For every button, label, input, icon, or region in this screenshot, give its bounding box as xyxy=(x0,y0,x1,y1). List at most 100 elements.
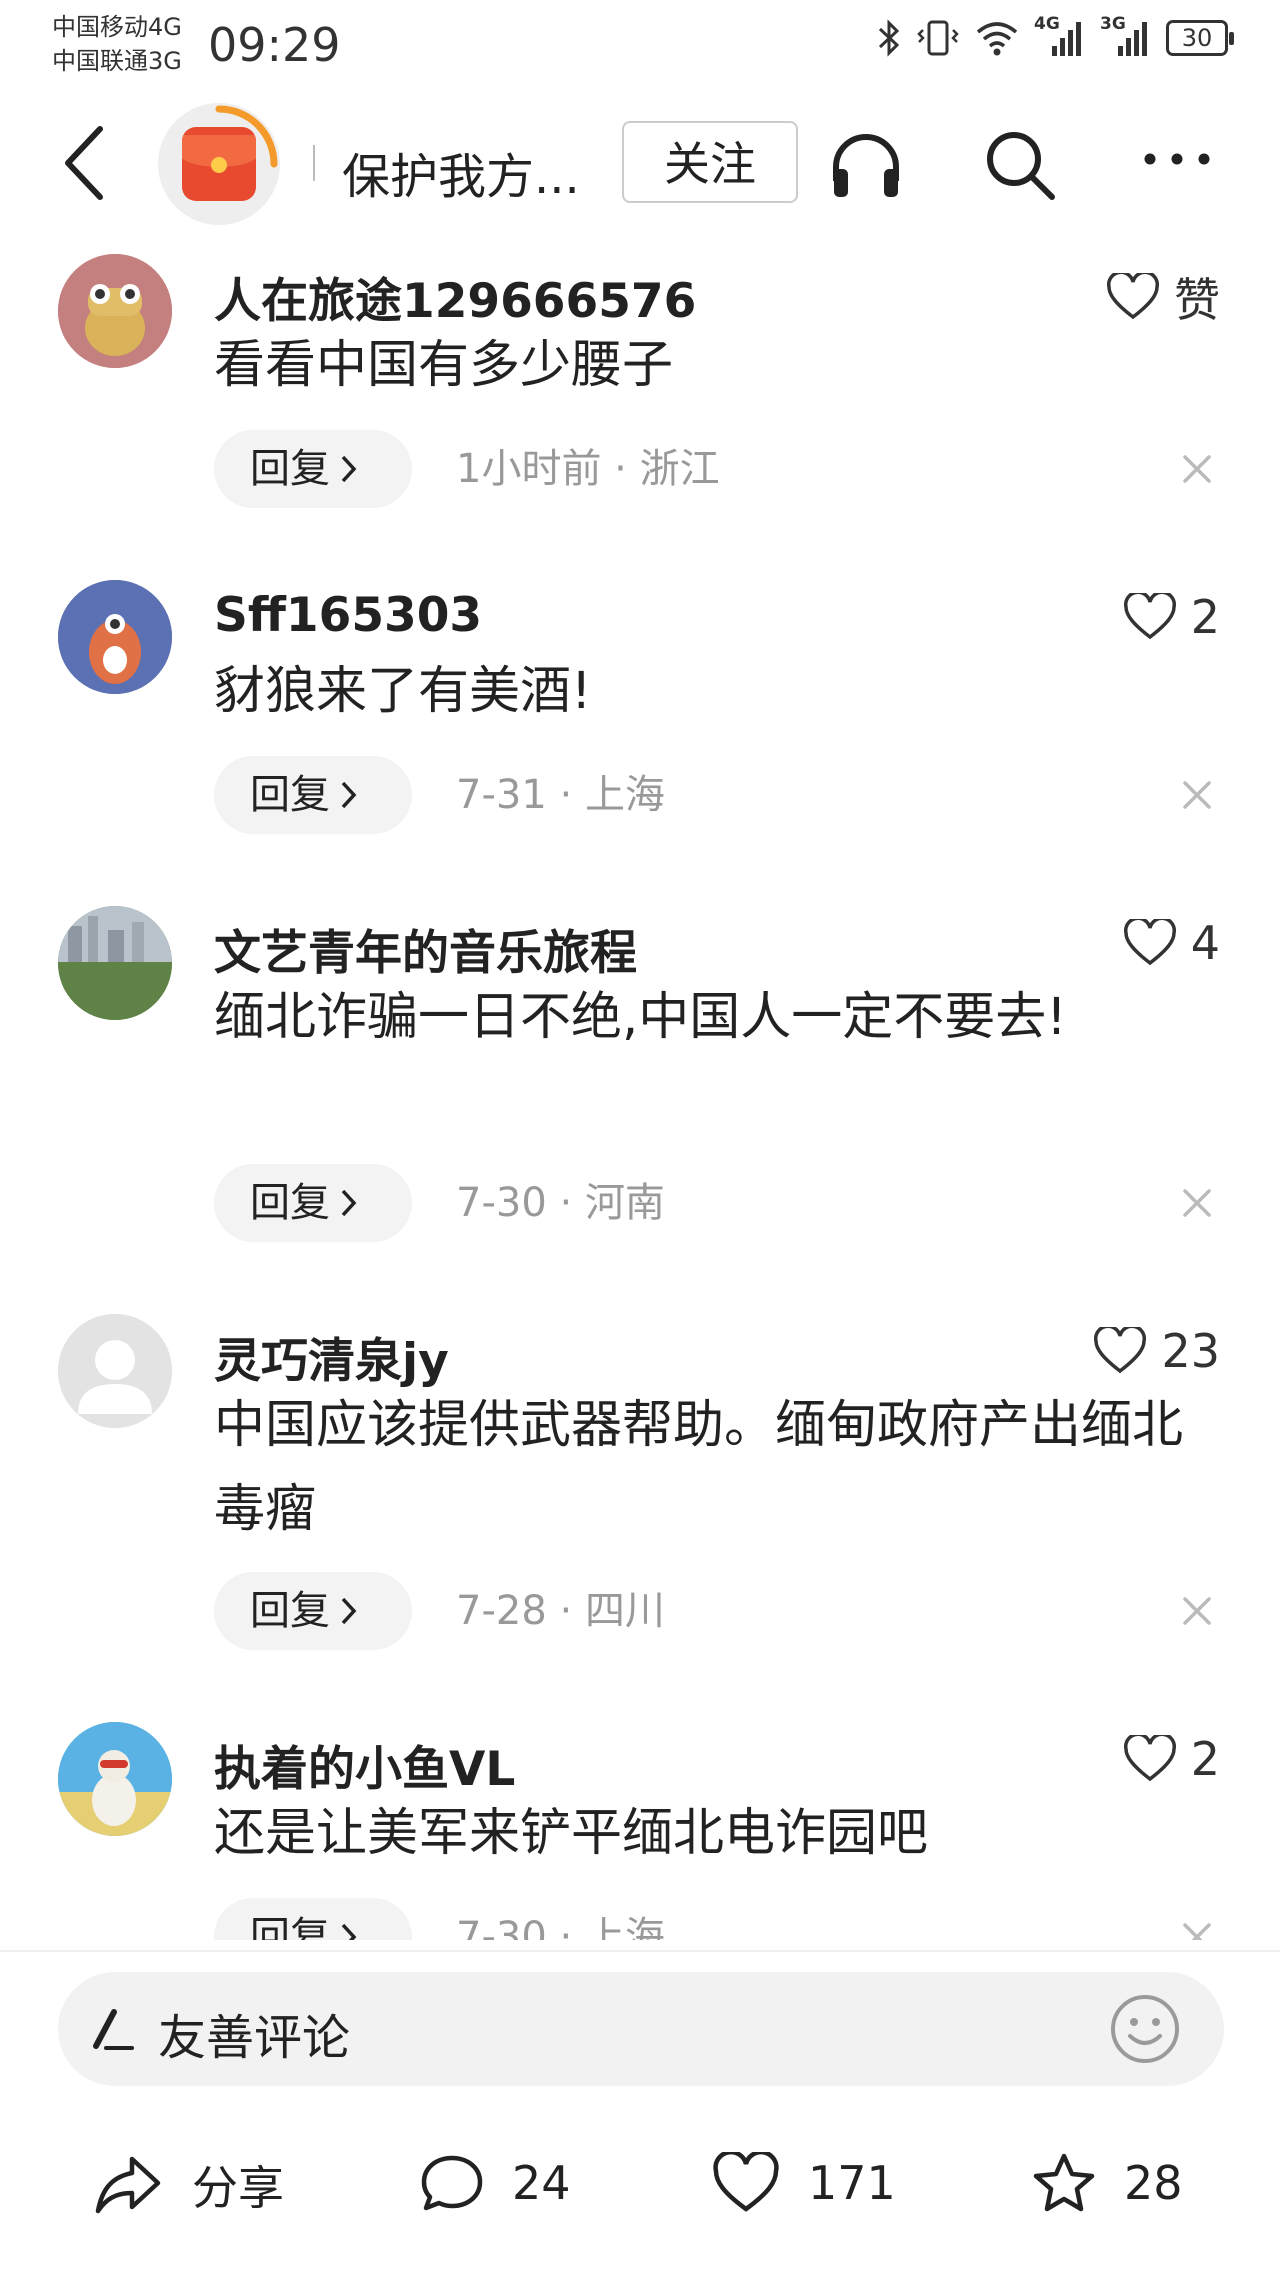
avatar[interactable] xyxy=(58,1314,172,1428)
red-packet-icon xyxy=(182,127,256,201)
username[interactable]: 人在旅途129666576 xyxy=(214,262,696,331)
avatar[interactable] xyxy=(58,906,172,1020)
comment-location: 浙江 xyxy=(639,446,720,492)
headphones-icon[interactable] xyxy=(828,127,904,203)
pen-icon xyxy=(93,2009,134,2050)
avatar-photo-icon xyxy=(58,906,172,1020)
comment-text: 看看中国有多少腰子 xyxy=(214,336,674,395)
like-count: 2 xyxy=(1190,590,1220,644)
action-bar: 分享 24 171 28 xyxy=(0,2152,1280,2232)
carrier-1: 中国移动4G xyxy=(52,13,182,41)
emoji-icon[interactable] xyxy=(1108,1992,1182,2066)
reply-button[interactable]: 回复 xyxy=(214,1572,412,1650)
comment-location: 四川 xyxy=(584,1588,665,1634)
comment-time: 7-30 xyxy=(456,1180,547,1226)
close-icon[interactable] xyxy=(1180,1920,1214,1940)
comment-list[interactable]: 人在旅途129666576 看看中国有多少腰子 赞 回复 1小时前 · 浙江 S… xyxy=(0,240,1280,1940)
username[interactable]: 文艺青年的音乐旅程 xyxy=(214,914,637,983)
status-icons: 4G 3G 30 xyxy=(876,14,1234,58)
heart-icon xyxy=(1123,1735,1176,1782)
like-button[interactable]: 23 xyxy=(1093,1324,1220,1378)
follow-button[interactable]: 关注 xyxy=(622,121,798,203)
carrier-info: 中国移动4G 中国联通3G xyxy=(52,10,182,78)
account-title[interactable]: 保护我方... xyxy=(342,137,580,207)
avatar-dog-photo-icon xyxy=(58,1722,172,1836)
like-count: 2 xyxy=(1190,1732,1220,1786)
comment-location: 河南 xyxy=(584,1180,665,1226)
like-button[interactable]: 4 xyxy=(1123,916,1220,970)
like-post-button[interactable]: 171 xyxy=(712,2152,896,2214)
reply-button[interactable]: 回复 xyxy=(214,1898,412,1940)
close-icon[interactable] xyxy=(1180,452,1214,486)
like-button[interactable]: 赞 xyxy=(1106,264,1220,330)
comment-location: 上海 xyxy=(584,772,665,818)
reply-button[interactable]: 回复 xyxy=(214,756,412,834)
bottom-panel: 友善评论 分享 24 171 28 xyxy=(0,1950,1280,2277)
avatar[interactable] xyxy=(58,254,172,368)
back-arrow-icon[interactable] xyxy=(60,125,108,201)
nav-divider xyxy=(313,145,315,181)
username[interactable]: Sff165303 xyxy=(214,588,482,643)
signal-2-icon xyxy=(1118,22,1147,56)
reply-button[interactable]: 回复 xyxy=(214,430,412,508)
comment-count: 24 xyxy=(512,2156,571,2210)
close-icon[interactable] xyxy=(1180,778,1214,812)
comment-time: 7-31 xyxy=(456,772,547,818)
comment-text: 中国应该提供武器帮助。缅甸政府产出缅北毒瘤 xyxy=(214,1396,1184,1539)
comment-time: 7-30 xyxy=(456,1914,547,1940)
comment-count-button[interactable]: 24 xyxy=(420,2152,571,2214)
share-label: 分享 xyxy=(192,2161,284,2215)
nav-bar: 保护我方... 关注 xyxy=(0,95,1280,230)
heart-icon xyxy=(1123,919,1176,966)
chevron-right-icon xyxy=(341,781,357,809)
vibrate-icon xyxy=(917,20,959,56)
more-icon[interactable] xyxy=(1142,147,1212,171)
meta-separator: · xyxy=(546,1588,585,1634)
avatar[interactable] xyxy=(58,580,172,694)
favorite-count: 28 xyxy=(1124,2156,1183,2210)
comment-meta: 7-30 · 上海 xyxy=(456,1898,665,1940)
battery-level: 30 xyxy=(1181,24,1213,52)
close-icon[interactable] xyxy=(1180,1186,1214,1220)
avatar[interactable] xyxy=(58,1722,172,1836)
meta-separator: · xyxy=(601,446,640,492)
heart-icon xyxy=(1094,1327,1147,1374)
share-icon xyxy=(95,2156,161,2214)
close-icon[interactable] xyxy=(1180,1594,1214,1628)
meta-separator: · xyxy=(546,772,585,818)
comment-meta: 1小时前 · 浙江 xyxy=(456,430,720,508)
bluetooth-icon xyxy=(878,19,900,57)
signal-1-icon xyxy=(1052,22,1081,56)
like-count: 23 xyxy=(1161,1324,1220,1378)
avatar-cartoon-icon xyxy=(58,254,172,368)
battery-indicator: 30 xyxy=(1166,20,1234,56)
clock: 09:29 xyxy=(208,18,341,72)
comment-input[interactable]: 友善评论 xyxy=(58,1972,1224,2086)
wifi-icon xyxy=(976,22,1018,56)
comment-text: 豺狼来了有美酒! xyxy=(214,662,592,721)
reply-button[interactable]: 回复 xyxy=(214,1164,412,1242)
username[interactable]: 灵巧清泉jy xyxy=(214,1322,449,1391)
search-icon[interactable] xyxy=(982,127,1058,203)
heart-icon xyxy=(1123,593,1176,640)
username[interactable]: 执着的小鱼VL xyxy=(214,1730,515,1799)
chevron-right-icon xyxy=(341,1923,357,1940)
chevron-right-icon xyxy=(341,1597,357,1625)
account-avatar[interactable] xyxy=(158,103,280,225)
share-button[interactable]: 分享 xyxy=(94,2152,284,2218)
reply-label: 回复 xyxy=(250,1180,330,1226)
like-count: 赞 xyxy=(1174,273,1220,327)
like-button[interactable]: 2 xyxy=(1123,1732,1220,1786)
avatar-cartoon-icon xyxy=(58,580,172,694)
like-count: 4 xyxy=(1190,916,1220,970)
reply-label: 回复 xyxy=(250,1914,330,1940)
meta-separator: · xyxy=(546,1180,585,1226)
meta-separator: · xyxy=(546,1914,585,1940)
comment-placeholder: 友善评论 xyxy=(158,2010,351,2066)
chevron-right-icon xyxy=(341,455,357,483)
like-button[interactable]: 2 xyxy=(1123,590,1220,644)
comment-time: 7-28 xyxy=(456,1588,547,1634)
reply-label: 回复 xyxy=(250,772,330,818)
chevron-right-icon xyxy=(341,1189,357,1217)
favorite-button[interactable]: 28 xyxy=(1032,2152,1183,2214)
